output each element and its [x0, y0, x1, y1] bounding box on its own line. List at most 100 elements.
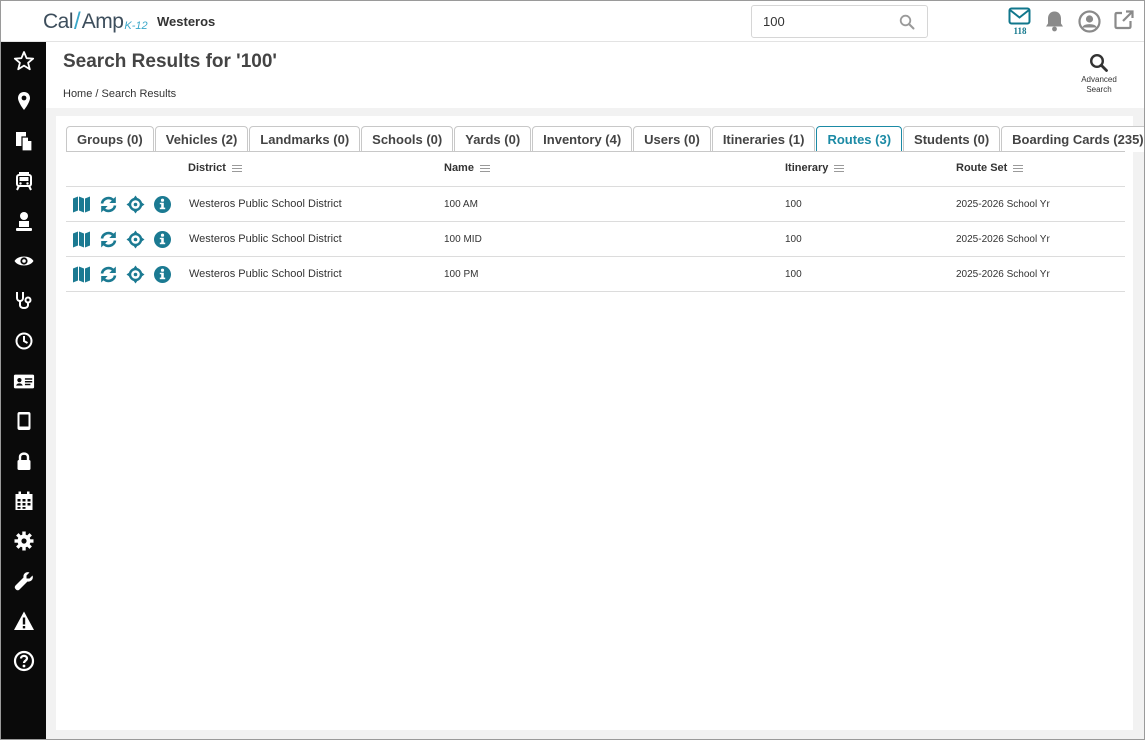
refresh-icon: [100, 231, 117, 248]
sidebar-item-calendar[interactable]: [1, 483, 46, 519]
sidebar-item-devices[interactable]: [1, 403, 46, 439]
cell-itinerary: 100: [785, 269, 802, 280]
sidebar-item-contacts[interactable]: [1, 363, 46, 399]
logo-text-left: Cal: [43, 10, 74, 33]
locate-button[interactable]: [126, 230, 145, 249]
app-window: Cal / Amp K-12 Westeros 118: [0, 0, 1145, 740]
view-map-button[interactable]: [72, 265, 91, 284]
cell-name[interactable]: 100 MID: [444, 234, 482, 245]
column-label-district: District: [188, 162, 226, 174]
map-icon: [73, 266, 90, 283]
info-button[interactable]: [153, 195, 172, 214]
calamp-logo[interactable]: Cal / Amp K-12: [43, 7, 148, 35]
refresh-button[interactable]: [99, 230, 118, 249]
tab-inventory[interactable]: Inventory (4): [532, 126, 633, 152]
logo-text-right: Amp: [81, 10, 124, 33]
eye-icon: [14, 256, 33, 266]
column-header-itinerary[interactable]: Itinerary: [785, 162, 845, 174]
column-menu-icon[interactable]: [834, 163, 845, 174]
tab-routes[interactable]: Routes (3): [816, 126, 903, 152]
search-icon[interactable]: [899, 14, 915, 30]
crosshair-icon: [126, 195, 145, 214]
routes-table: District Name Itinerary Route Set Wester…: [66, 152, 1125, 292]
advanced-search-label-line1: Advanced: [1081, 75, 1117, 84]
sidebar-item-settings[interactable]: [1, 523, 46, 559]
tab-yards[interactable]: Yards (0): [454, 126, 532, 152]
tablet-icon: [17, 412, 30, 430]
tab-users[interactable]: Users (0): [633, 126, 711, 152]
lock-icon: [17, 452, 30, 470]
column-header-district[interactable]: District: [188, 162, 242, 174]
sidebar-item-security[interactable]: [1, 443, 46, 479]
crosshair-icon: [126, 230, 145, 249]
sidebar-item-locations[interactable]: [1, 83, 46, 119]
map-pin-icon: [17, 92, 30, 110]
sidebar-item-health[interactable]: [1, 283, 46, 319]
tab-schools[interactable]: Schools (0): [361, 126, 454, 152]
tab-itineraries[interactable]: Itineraries (1): [711, 126, 816, 152]
sidebar-item-tools[interactable]: [1, 563, 46, 599]
refresh-button[interactable]: [99, 265, 118, 284]
info-button[interactable]: [153, 230, 172, 249]
locate-button[interactable]: [126, 195, 145, 214]
cell-district: Westeros Public School District: [189, 268, 342, 280]
cell-name[interactable]: 100 PM: [444, 269, 478, 280]
cell-route-set: 2025-2026 School Yr: [956, 269, 1050, 280]
global-search[interactable]: [751, 5, 928, 38]
tab-students[interactable]: Students (0): [903, 126, 1001, 152]
tab-groups[interactable]: Groups (0): [66, 126, 154, 152]
sidebar-item-favorites[interactable]: [1, 43, 46, 79]
results-tabs: Groups (0) Vehicles (2) Landmarks (0) Sc…: [66, 126, 1144, 152]
id-card-icon: [13, 374, 34, 389]
column-menu-icon[interactable]: [479, 163, 490, 174]
view-map-button[interactable]: [72, 230, 91, 249]
tab-boarding-cards[interactable]: Boarding Cards (235): [1001, 126, 1144, 152]
calendar-icon: [15, 491, 32, 510]
refresh-button[interactable]: [99, 195, 118, 214]
column-menu-icon[interactable]: [1013, 163, 1024, 174]
mail-count-badge[interactable]: 118: [1009, 26, 1031, 36]
cell-name[interactable]: 100 AM: [444, 199, 478, 210]
table-row[interactable]: Westeros Public School District 100 MID …: [66, 222, 1125, 257]
breadcrumb-home[interactable]: Home: [63, 88, 92, 100]
star-icon: [13, 51, 34, 71]
help-icon: [13, 650, 34, 672]
breadcrumb: Home / Search Results: [63, 88, 176, 100]
column-header-route-set[interactable]: Route Set: [956, 162, 1024, 174]
info-button[interactable]: [153, 265, 172, 284]
sidebar-item-alerts[interactable]: [1, 603, 46, 639]
tab-landmarks[interactable]: Landmarks (0): [249, 126, 361, 152]
mail-icon[interactable]: [1008, 7, 1031, 26]
documents-icon: [15, 132, 33, 152]
column-label-route-set: Route Set: [956, 162, 1008, 174]
locate-button[interactable]: [126, 265, 145, 284]
table-row[interactable]: Westeros Public School District 100 PM 1…: [66, 257, 1125, 292]
sidebar-item-vehicles[interactable]: [1, 163, 46, 199]
advanced-search-button[interactable]: Advanced Search: [1071, 53, 1127, 95]
cell-itinerary: 100: [785, 199, 802, 210]
student-icon: [15, 212, 32, 231]
sidebar-item-history[interactable]: [1, 323, 46, 359]
bell-icon[interactable]: [1044, 10, 1065, 32]
column-menu-icon[interactable]: [231, 163, 242, 174]
bus-icon: [15, 172, 32, 191]
tab-vehicles[interactable]: Vehicles (2): [154, 126, 249, 152]
breadcrumb-current: Search Results: [101, 88, 177, 100]
cell-itinerary: 100: [785, 234, 802, 245]
sidebar-item-students[interactable]: [1, 203, 46, 239]
search-icon: [1089, 53, 1108, 72]
sidebar-item-monitor[interactable]: [1, 243, 46, 279]
search-input[interactable]: [763, 14, 898, 29]
crosshair-icon: [126, 265, 145, 284]
table-row[interactable]: Westeros Public School District 100 AM 1…: [66, 187, 1125, 222]
page-title: Search Results for '100': [63, 51, 277, 72]
advanced-search-label-line2: Search: [1086, 85, 1112, 94]
column-label-itinerary: Itinerary: [785, 162, 829, 174]
user-profile-icon[interactable]: [1078, 10, 1101, 33]
view-map-button[interactable]: [72, 195, 91, 214]
info-icon: [154, 196, 171, 213]
external-link-icon[interactable]: [1113, 9, 1135, 31]
column-header-name[interactable]: Name: [444, 162, 490, 174]
sidebar-item-documents[interactable]: [1, 123, 46, 159]
sidebar-item-help[interactable]: [1, 643, 46, 679]
